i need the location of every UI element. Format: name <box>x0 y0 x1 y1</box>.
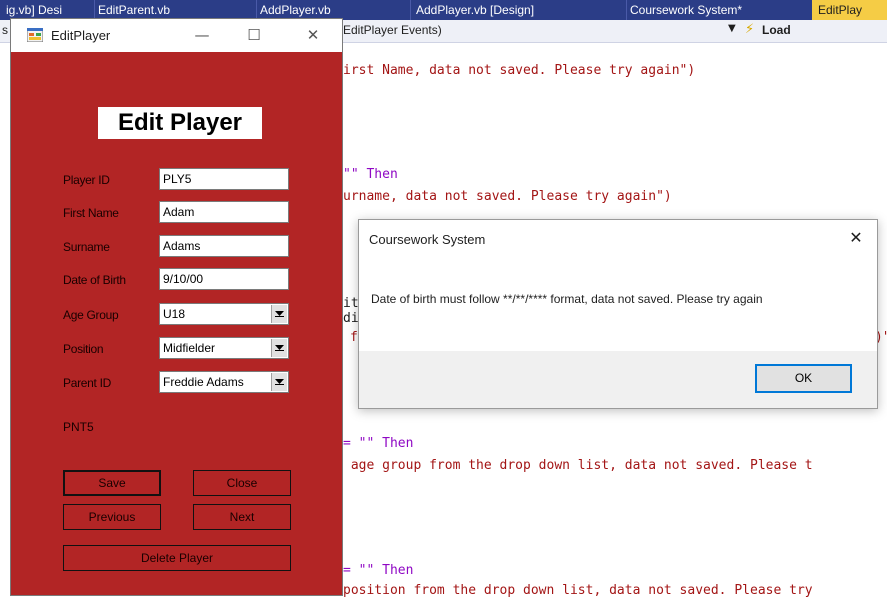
position-value: Midfielder <box>163 341 216 355</box>
window-title: EditPlayer <box>51 28 111 43</box>
vs-document-tabstrip: ig.vb] Desi EditParent.vb AddPlayer.vb A… <box>0 0 887 20</box>
code-line: di <box>343 311 359 326</box>
save-button[interactable]: Save <box>63 470 161 496</box>
dob-label: Date of Birth <box>63 273 126 287</box>
code-line: "" Then <box>343 167 398 182</box>
vs-tab-active[interactable]: EditPlay <box>812 0 887 20</box>
vs-tab[interactable]: Coursework System* <box>624 0 817 20</box>
player-id-label: Player ID <box>63 173 110 187</box>
position-label: Position <box>63 342 104 356</box>
code-line: = "" Then <box>343 436 414 451</box>
parent-id-display: PNT5 <box>63 420 94 434</box>
age-group-select[interactable]: U18 <box>159 303 289 325</box>
next-button[interactable]: Next <box>193 504 291 530</box>
previous-button[interactable]: Previous <box>63 504 161 530</box>
code-line: urname, data not saved. Please try again… <box>343 189 672 204</box>
nav-class-dropdown[interactable]: s <box>2 23 8 37</box>
dialog-title: Coursework System <box>369 232 486 247</box>
dob-field[interactable]: 9/10/00 <box>159 268 289 290</box>
vs-tab[interactable]: AddPlayer.vb [Design] <box>410 0 627 20</box>
close-icon[interactable]: ✕ <box>841 224 871 252</box>
window-titlebar[interactable]: EditPlayer — ☐ ✕ <box>11 19 342 52</box>
age-group-value: U18 <box>163 307 186 321</box>
message-box-dialog: Coursework System ✕ Date of birth must f… <box>358 219 878 409</box>
parent-id-select-value: Freddie Adams <box>163 375 244 389</box>
nav-method-dropdown[interactable]: Load <box>762 23 791 37</box>
surname-label: Surname <box>63 240 110 254</box>
vs-tab[interactable]: AddPlayer.vb <box>254 0 411 20</box>
parent-id-label: Parent ID <box>63 376 111 390</box>
code-line: age group from the drop down list, data … <box>343 458 813 473</box>
parent-id-select[interactable]: Freddie Adams <box>159 371 289 393</box>
position-select[interactable]: Midfielder <box>159 337 289 359</box>
minimize-icon[interactable]: — <box>187 23 217 47</box>
chevron-down-icon[interactable] <box>271 305 287 323</box>
chevron-down-icon[interactable] <box>271 373 287 391</box>
first-name-field[interactable]: Adam <box>159 201 289 223</box>
dialog-message: Date of birth must follow **/**/**** for… <box>371 292 763 306</box>
code-line: = "" Then <box>343 563 414 578</box>
close-button[interactable]: Close <box>193 470 291 496</box>
edit-player-window: EditPlayer — ☐ ✕ Edit Player Player ID P… <box>10 18 343 596</box>
code-line: f <box>350 330 358 345</box>
form-app-icon <box>27 28 43 42</box>
code-line: it <box>343 296 359 311</box>
vs-tab[interactable]: EditParent.vb <box>92 0 257 20</box>
nav-events-dropdown[interactable]: EditPlayer Events) <box>343 23 442 37</box>
age-group-label: Age Group <box>63 308 119 322</box>
close-icon[interactable]: ✕ <box>298 23 328 47</box>
vs-tab[interactable]: ig.vb] Desi <box>0 0 95 20</box>
ok-button[interactable]: OK <box>755 364 852 393</box>
form-heading: Edit Player <box>98 107 262 139</box>
chevron-down-icon[interactable] <box>271 339 287 357</box>
chevron-down-icon[interactable]: ▼ <box>728 23 736 34</box>
maximize-icon[interactable]: ☐ <box>239 23 269 47</box>
code-line: irst Name, data not saved. Please try ag… <box>343 63 696 78</box>
event-bolt-icon: ⚡ <box>745 22 755 37</box>
surname-field[interactable]: Adams <box>159 235 289 257</box>
first-name-label: First Name <box>63 206 119 220</box>
code-line: position from the drop down list, data n… <box>343 583 813 598</box>
delete-player-button[interactable]: Delete Player <box>63 545 291 571</box>
player-id-field[interactable]: PLY5 <box>159 168 289 190</box>
